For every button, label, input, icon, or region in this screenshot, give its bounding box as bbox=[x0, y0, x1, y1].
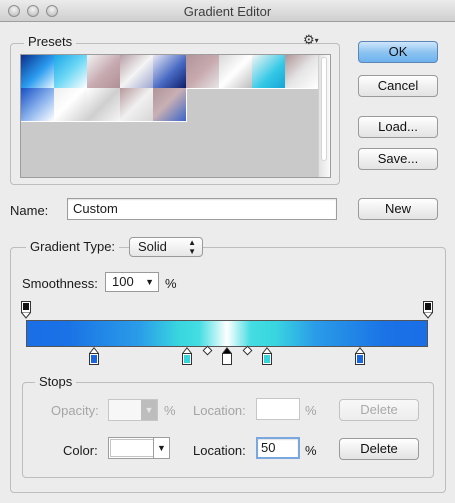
preset-swatch[interactable] bbox=[21, 88, 55, 122]
opacity-stop-marker[interactable] bbox=[423, 301, 433, 319]
midpoint-diamond[interactable] bbox=[242, 345, 253, 356]
preset-swatch[interactable] bbox=[219, 55, 253, 89]
opacity-field[interactable]: ▼ bbox=[108, 399, 158, 421]
chevron-down-icon[interactable]: ▼ bbox=[153, 438, 169, 458]
chevron-down-icon[interactable]: ▼ bbox=[141, 400, 157, 420]
color-stop-marker[interactable] bbox=[181, 346, 192, 365]
color-stop-marker[interactable] bbox=[354, 346, 365, 365]
preset-swatch[interactable] bbox=[54, 55, 88, 89]
preset-swatch[interactable] bbox=[186, 55, 220, 89]
gradient-preview-bar[interactable] bbox=[26, 320, 428, 347]
presets-scrollbar[interactable] bbox=[318, 55, 330, 177]
new-button[interactable]: New bbox=[358, 198, 438, 220]
name-label: Name: bbox=[10, 203, 49, 218]
color-stop-track[interactable] bbox=[22, 345, 433, 368]
gear-icon[interactable]: ⚙▾ bbox=[303, 32, 319, 48]
opacity-unit: % bbox=[164, 403, 176, 418]
opacity-location-unit: % bbox=[305, 403, 317, 418]
gradient-type-label: Gradient Type: bbox=[26, 239, 120, 254]
preset-swatch[interactable] bbox=[120, 88, 154, 122]
midpoint-diamond[interactable] bbox=[202, 345, 213, 356]
save-button[interactable]: Save... bbox=[358, 148, 438, 170]
opacity-location-field[interactable] bbox=[256, 398, 300, 420]
load-button[interactable]: Load... bbox=[358, 116, 438, 138]
gradient-type-value: Solid bbox=[138, 239, 167, 254]
title-bar: Gradient Editor bbox=[0, 0, 455, 22]
opacity-delete-button[interactable]: Delete bbox=[339, 399, 419, 421]
preset-swatch[interactable] bbox=[87, 55, 121, 89]
name-field[interactable]: Custom bbox=[67, 198, 337, 220]
color-stop-marker-selected[interactable] bbox=[222, 346, 232, 365]
ok-button[interactable]: OK bbox=[358, 41, 438, 63]
color-location-field[interactable]: 50 bbox=[256, 437, 300, 459]
stops-group bbox=[22, 382, 434, 478]
updown-arrows-icon: ▲ ▼ bbox=[188, 238, 196, 256]
opacity-stop-track[interactable] bbox=[21, 299, 433, 321]
presets-grid bbox=[20, 54, 331, 178]
preset-swatch[interactable] bbox=[153, 88, 187, 122]
cancel-button[interactable]: Cancel bbox=[358, 75, 438, 97]
color-stop-marker[interactable] bbox=[262, 346, 273, 365]
window-title: Gradient Editor bbox=[183, 4, 272, 19]
color-label: Color: bbox=[63, 443, 98, 458]
preset-swatch[interactable] bbox=[285, 55, 319, 89]
preset-swatch[interactable] bbox=[87, 88, 121, 122]
opacity-label: Opacity: bbox=[51, 403, 99, 418]
smoothness-combo[interactable]: 100 ▼ bbox=[105, 272, 159, 292]
preset-swatch[interactable] bbox=[54, 88, 88, 122]
color-delete-button[interactable]: Delete bbox=[339, 438, 419, 460]
smoothness-unit: % bbox=[165, 276, 177, 291]
opacity-stop-marker[interactable] bbox=[21, 301, 31, 319]
smoothness-value: 100 bbox=[112, 274, 134, 289]
color-location-label: Location: bbox=[193, 443, 246, 458]
preset-swatch[interactable] bbox=[21, 55, 55, 89]
chevron-down-icon[interactable]: ▼ bbox=[145, 273, 154, 291]
presets-scroll-thumb[interactable] bbox=[321, 57, 327, 161]
color-location-unit: % bbox=[305, 443, 317, 458]
preset-swatch[interactable] bbox=[252, 55, 286, 89]
gradient-type-select[interactable]: Solid ▲ ▼ bbox=[129, 237, 203, 257]
smoothness-label: Smoothness: bbox=[22, 276, 98, 291]
color-stop-marker[interactable] bbox=[89, 346, 100, 365]
preset-swatch[interactable] bbox=[153, 55, 187, 89]
stops-label: Stops bbox=[35, 374, 77, 389]
preset-swatch[interactable] bbox=[120, 55, 154, 89]
presets-label: Presets bbox=[24, 34, 77, 49]
color-swatch[interactable] bbox=[110, 439, 154, 457]
color-well[interactable]: ▼ bbox=[108, 437, 170, 459]
opacity-location-label: Location: bbox=[193, 403, 246, 418]
